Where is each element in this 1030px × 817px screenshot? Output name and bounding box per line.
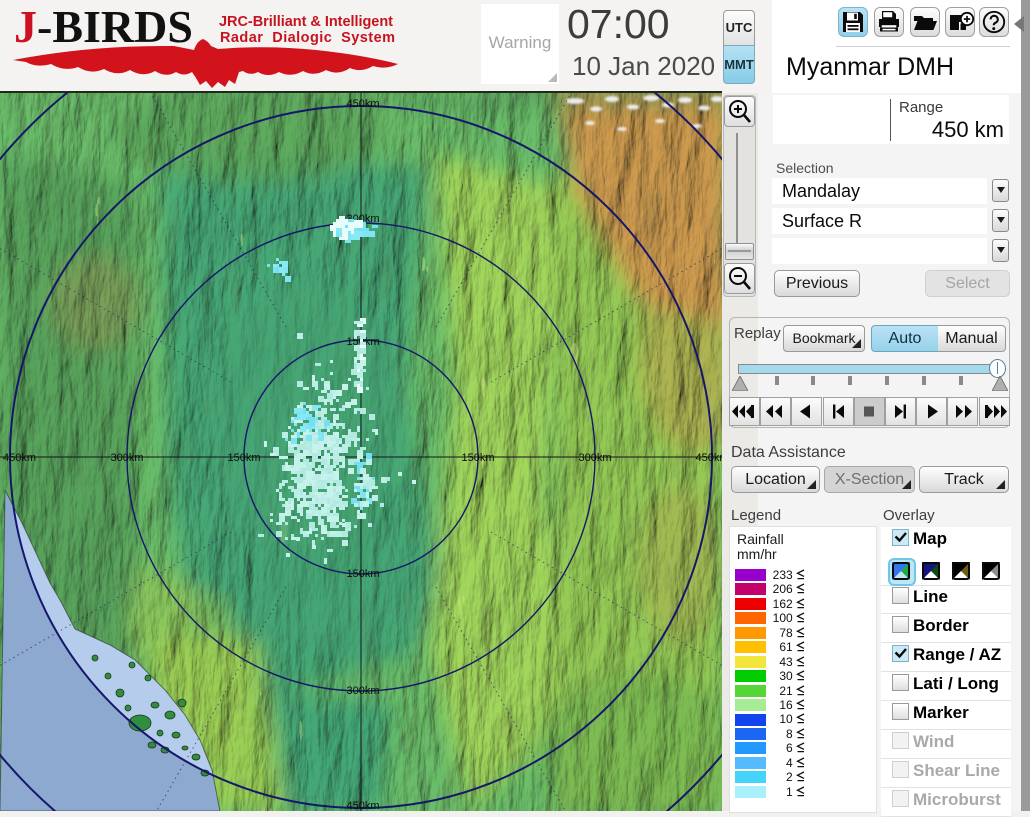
svg-text:150km: 150km [461,452,494,464]
svg-text:450km: 450km [3,452,36,464]
svg-text:450km: 450km [346,800,379,811]
svg-text:450km: 450km [695,452,722,464]
svg-text:Radar Dialogic System: Radar Dialogic System [220,30,395,46]
svg-text:150km: 150km [227,452,260,464]
svg-text:450km: 450km [346,98,379,110]
svg-text:150km: 150km [346,568,379,580]
svg-text:300km: 300km [110,452,143,464]
svg-text:300km: 300km [346,685,379,697]
svg-text:J-BIRDS: J-BIRDS [14,1,193,52]
svg-text:JRC-Brilliant & Intelligent: JRC-Brilliant & Intelligent [219,14,393,30]
svg-text:300km: 300km [578,452,611,464]
